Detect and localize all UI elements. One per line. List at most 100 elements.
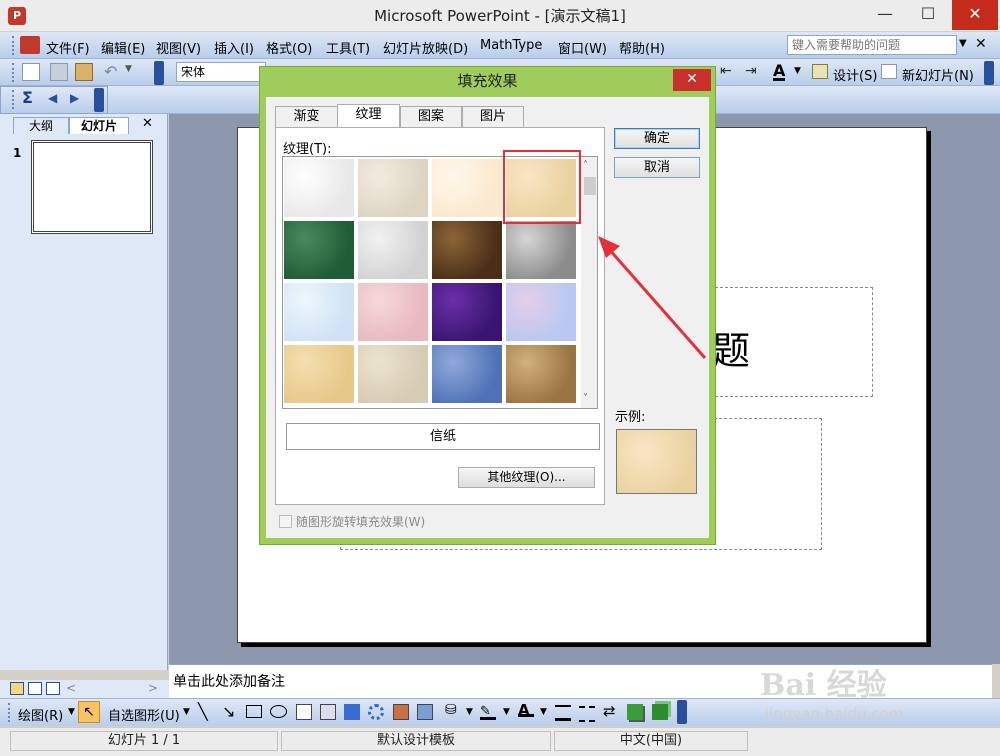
menu-slideshow[interactable]: 幻灯片放映(D)	[383, 38, 468, 57]
texture-swatch[interactable]	[431, 344, 503, 404]
menu-edit[interactable]: 编辑(E)	[101, 38, 145, 57]
font-color-icon[interactable]: A	[773, 61, 786, 81]
menu-view[interactable]: 视图(V)	[156, 38, 201, 57]
tab-texture[interactable]: 纹理	[337, 104, 400, 128]
slide-sorter-view-icon[interactable]	[28, 682, 42, 695]
oval-icon[interactable]	[270, 705, 287, 718]
wordart-icon[interactable]	[344, 704, 360, 720]
texture-swatch[interactable]	[283, 344, 355, 404]
drawbar-grip[interactable]	[8, 703, 12, 722]
font-color-dropdown-icon[interactable]: ▼	[794, 66, 801, 76]
document-icon[interactable]	[20, 36, 40, 54]
menu-window[interactable]: 窗口(W)	[558, 38, 607, 57]
doc-close-button[interactable]: ✕	[975, 36, 987, 52]
panel-close-button[interactable]: ✕	[142, 116, 153, 131]
texture-swatch[interactable]	[357, 158, 429, 218]
3d-style-icon[interactable]	[652, 704, 668, 720]
tab-picture[interactable]: 图片	[462, 106, 524, 127]
arrow-icon[interactable]: ↘	[222, 702, 238, 721]
arrow-style-icon[interactable]: ⇄	[603, 702, 619, 720]
autoshapes-button[interactable]: 自选图形(U)	[108, 705, 180, 724]
texture-swatch[interactable]	[357, 344, 429, 404]
arrow-right-icon[interactable]: ▶	[70, 91, 79, 105]
shadow-style-icon[interactable]	[627, 704, 643, 720]
menu-insert[interactable]: 插入(I)	[214, 38, 254, 57]
scroll-down-icon[interactable]: ˅	[583, 393, 588, 404]
texture-swatch[interactable]	[431, 220, 503, 280]
normal-view-icon[interactable]	[10, 682, 24, 695]
texture-swatch[interactable]	[505, 344, 577, 404]
tab-gradient[interactable]: 渐变	[275, 106, 338, 127]
texture-swatch[interactable]	[283, 282, 355, 342]
other-texture-button[interactable]: 其他纹理(O)...	[458, 467, 595, 488]
fill-dropdown-icon[interactable]: ▼	[466, 707, 473, 717]
design-button[interactable]: 设计(S)	[833, 65, 877, 84]
rotate-with-shape-checkbox[interactable]	[279, 515, 292, 528]
clipart-icon[interactable]	[393, 704, 409, 720]
select-pointer-icon[interactable]: ↖	[78, 701, 100, 723]
autoshapes-dropdown-icon[interactable]: ▼	[183, 707, 190, 717]
cancel-button[interactable]: 取消	[614, 157, 700, 178]
minimize-button[interactable]: —	[864, 0, 906, 30]
menubar-grip[interactable]	[12, 36, 16, 55]
toolbar2-overflow-chevron[interactable]	[984, 61, 994, 85]
slide-thumbnail[interactable]	[31, 140, 153, 234]
slideshow-view-icon[interactable]	[46, 682, 60, 695]
menu-file[interactable]: 文件(F)	[46, 38, 90, 57]
picture-icon[interactable]	[417, 704, 433, 720]
help-search-input[interactable]: 键入需要帮助的问题	[787, 35, 957, 55]
scroll-thumb[interactable]	[584, 177, 596, 195]
line-color-dropdown-icon[interactable]: ▼	[503, 707, 510, 717]
maximize-button[interactable]: ☐	[907, 0, 949, 30]
toolbar-overflow-chevron[interactable]	[154, 61, 164, 85]
rectangle-icon[interactable]	[246, 705, 262, 718]
decrease-indent-icon[interactable]: ⇤	[720, 63, 732, 79]
undo-icon[interactable]: ↶	[104, 62, 117, 81]
draw-font-color-icon[interactable]: A	[518, 701, 534, 719]
tab-pattern[interactable]: 图案	[400, 106, 462, 127]
help-dropdown-icon[interactable]: ▼	[959, 38, 967, 49]
scroll-right-icon[interactable]: >	[148, 681, 158, 695]
menu-format[interactable]: 格式(O)	[266, 38, 312, 57]
tab-outline[interactable]: 大纲	[13, 117, 69, 134]
menu-tools[interactable]: 工具(T)	[326, 38, 370, 57]
mathtype-overflow-chevron[interactable]	[94, 88, 104, 112]
undo-dropdown-icon[interactable]: ▼	[125, 64, 132, 74]
dash-style-icon[interactable]	[579, 706, 595, 722]
texture-swatch[interactable]	[357, 220, 429, 280]
new-file-icon[interactable]	[22, 63, 40, 81]
tab-slides[interactable]: 幻灯片	[69, 117, 129, 134]
window-close-button[interactable]: ✕	[952, 0, 998, 30]
texture-swatch[interactable]	[505, 220, 577, 280]
fill-color-icon[interactable]: ⛁	[445, 702, 461, 718]
texture-swatch[interactable]	[505, 282, 577, 342]
dialog-close-button[interactable]: ✕	[673, 69, 711, 91]
new-slide-icon[interactable]	[881, 64, 897, 79]
textbox-icon[interactable]	[296, 704, 312, 720]
menu-mathtype[interactable]: MathType	[480, 38, 542, 53]
texture-swatch[interactable]	[431, 282, 503, 342]
mathtype-grip[interactable]	[12, 90, 16, 109]
arrow-left-icon[interactable]: ◀	[48, 91, 57, 105]
scroll-left-icon[interactable]: <	[66, 681, 76, 695]
texture-swatch[interactable]	[283, 220, 355, 280]
texture-swatch[interactable]	[431, 158, 503, 218]
diagram-icon[interactable]	[368, 704, 384, 720]
line-style-icon[interactable]	[555, 705, 571, 721]
new-slide-button[interactable]: 新幻灯片(N)	[902, 65, 974, 84]
line-color-icon[interactable]: ✎	[480, 704, 496, 720]
draw-font-color-dropdown-icon[interactable]: ▼	[540, 707, 547, 717]
draw-menu-button[interactable]: 绘图(R)	[18, 705, 63, 724]
texture-swatch[interactable]	[357, 282, 429, 342]
line-icon[interactable]: ╲	[198, 702, 214, 721]
scroll-up-icon[interactable]: ˄	[583, 160, 588, 171]
copy-icon[interactable]	[50, 63, 68, 81]
design-icon[interactable]	[812, 64, 828, 79]
menu-help[interactable]: 帮助(H)	[619, 38, 665, 57]
draw-dropdown-icon[interactable]: ▼	[68, 707, 75, 717]
drawbar-overflow-chevron[interactable]	[677, 700, 687, 724]
paste-icon[interactable]	[75, 63, 93, 81]
texture-swatch[interactable]	[283, 158, 355, 218]
font-name-combo[interactable]: 宋体	[176, 62, 266, 82]
toolbar-grip[interactable]	[12, 63, 16, 82]
